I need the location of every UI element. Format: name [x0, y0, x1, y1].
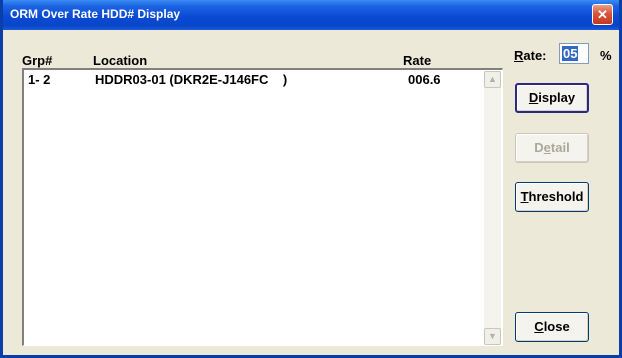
row-location: HDDR03-01 (DKR2E-J146FC ): [95, 72, 288, 87]
close-glyph: ✕: [597, 7, 608, 22]
rate-input[interactable]: 05: [559, 43, 589, 64]
display-button[interactable]: Display: [515, 83, 589, 113]
row-grp: 1- 2: [28, 72, 51, 87]
threshold-button[interactable]: Threshold: [515, 182, 589, 212]
window-title: ORM Over Rate HDD# Display: [10, 7, 181, 21]
close-button[interactable]: Close: [515, 312, 589, 342]
close-icon[interactable]: ✕: [592, 4, 613, 25]
title-bar[interactable]: ORM Over Rate HDD# Display ✕: [3, 0, 619, 30]
column-header-grp: Grp#: [22, 53, 53, 68]
hdd-list[interactable]: 1- 2 HDDR03-01 (DKR2E-J146FC ) 006.6 ▲ ▼: [22, 68, 503, 346]
column-header-location: Location: [93, 53, 148, 68]
rate-label: Rate:: [514, 48, 547, 63]
dialog-window: ORM Over Rate HDD# Display ✕ Grp# Locati…: [0, 0, 622, 358]
column-header-rate: Rate: [403, 53, 432, 68]
scroll-down-arrow-icon[interactable]: ▼: [484, 328, 501, 345]
vertical-scrollbar[interactable]: ▲ ▼: [484, 71, 501, 345]
row-rate: 006.6: [408, 72, 441, 87]
list-row[interactable]: 1- 2 HDDR03-01 (DKR2E-J146FC ) 006.6: [24, 72, 484, 88]
scroll-up-arrow-icon[interactable]: ▲: [484, 71, 501, 88]
rate-unit: %: [600, 48, 612, 63]
detail-button[interactable]: Detail: [515, 133, 589, 163]
rate-value: 05: [562, 46, 579, 61]
